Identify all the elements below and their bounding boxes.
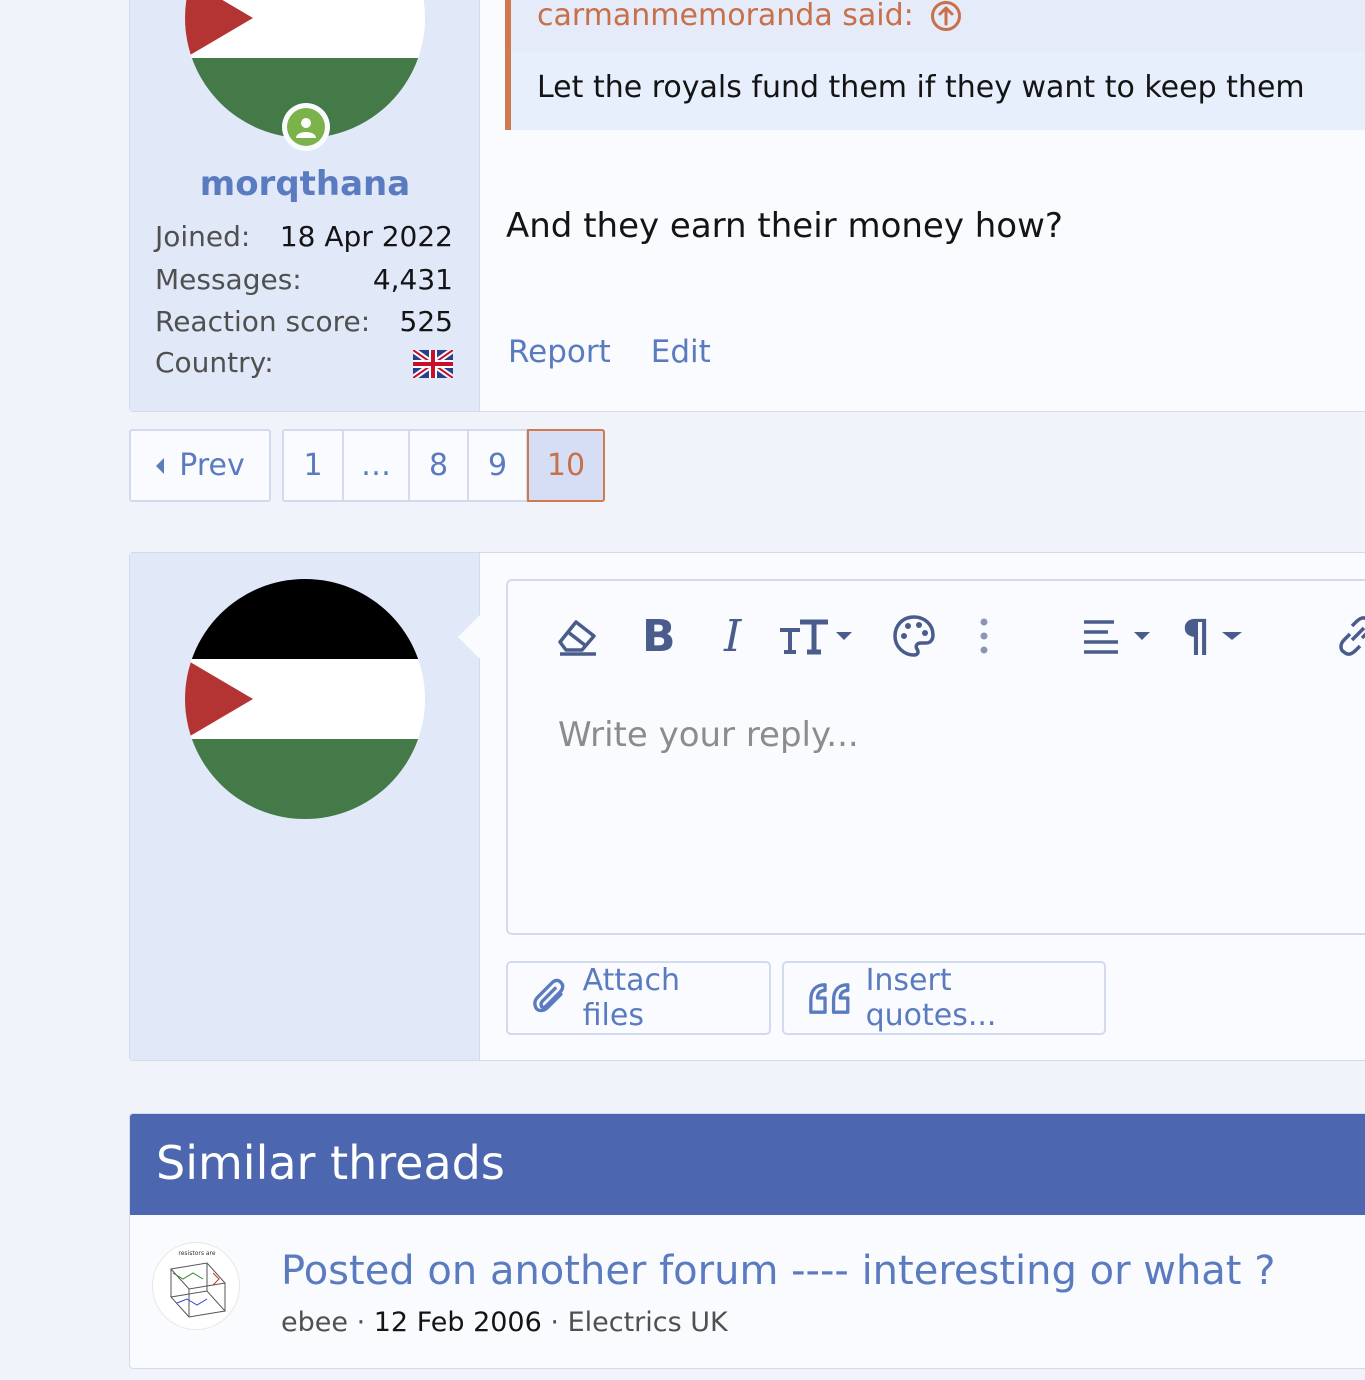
joined-label: Joined: xyxy=(155,220,251,253)
thread-title-link[interactable]: Posted on another forum ---- interesting… xyxy=(281,1248,1275,1294)
prev-page-button[interactable]: Prev xyxy=(129,429,271,502)
online-user-icon xyxy=(282,103,330,151)
quote-icon xyxy=(809,983,850,1014)
paragraph-glyph: ¶ xyxy=(1182,610,1210,662)
country-label: Country: xyxy=(155,346,274,379)
thread-forum[interactable]: Electrics UK xyxy=(568,1307,728,1338)
page-1[interactable]: 1 xyxy=(282,429,343,502)
palette-icon[interactable] xyxy=(892,611,936,661)
quote-text: Let the royals fund them if they want to… xyxy=(537,70,1305,105)
meta-separator: · xyxy=(356,1307,374,1338)
align-icon[interactable] xyxy=(1082,611,1154,661)
pagination: 1 … 8 9 10 xyxy=(282,429,605,502)
page-9[interactable]: 9 xyxy=(468,429,527,502)
post-user-pane: morqthana Joined: 18 Apr 2022 Messages: … xyxy=(130,0,480,411)
messages-row: Messages: 4,431 xyxy=(155,263,453,299)
reply-user-avatar[interactable] xyxy=(185,579,425,819)
bold-icon[interactable]: B xyxy=(642,611,676,662)
eraser-icon[interactable] xyxy=(556,611,600,661)
paragraph-icon[interactable]: ¶ xyxy=(1182,610,1246,662)
attach-files-label: Attach files xyxy=(582,963,681,1033)
text-size-icon[interactable] xyxy=(778,611,858,661)
thread-author[interactable]: ebee xyxy=(281,1307,348,1338)
uk-flag-icon xyxy=(411,347,455,385)
similar-threads-block: Similar threads resistors are Posted on … xyxy=(129,1113,1365,1369)
reply-textarea[interactable]: Write your reply... xyxy=(558,715,859,755)
reaction-row: Reaction score: 525 xyxy=(155,305,453,341)
quote-block: carmanmemoranda said: Let the royals fun… xyxy=(505,0,1365,130)
edit-link[interactable]: Edit xyxy=(651,334,711,370)
thread-meta: ebee · 12 Feb 2006 · Electrics UK xyxy=(281,1307,728,1338)
username-link[interactable]: morqthana xyxy=(130,164,480,204)
resistor-diagram-avatar: resistors are xyxy=(153,1243,239,1329)
report-link[interactable]: Report xyxy=(508,334,611,370)
quick-reply: B I ¶ Write your reply... Attach files I… xyxy=(129,552,1365,1061)
insert-quotes-label: Insert quotes... xyxy=(865,963,997,1033)
quote-author-text: carmanmemoranda said: xyxy=(537,0,914,33)
meta-separator: · xyxy=(550,1307,568,1338)
similar-threads-title: Similar threads xyxy=(156,1136,505,1190)
link-icon[interactable] xyxy=(1334,611,1365,661)
page-8[interactable]: 8 xyxy=(409,429,468,502)
thread-author-avatar[interactable]: resistors are xyxy=(152,1242,240,1330)
joined-row: Joined: 18 Apr 2022 xyxy=(155,220,453,256)
arrow-up-circle-icon[interactable] xyxy=(930,0,962,32)
reply-user-pane xyxy=(130,553,480,1060)
quote-author[interactable]: carmanmemoranda said: xyxy=(537,0,962,33)
country-row: Country: xyxy=(155,346,455,385)
prev-label: Prev xyxy=(179,448,245,483)
reply-arrow xyxy=(458,615,480,659)
italic-icon[interactable]: I xyxy=(724,611,741,662)
quote-header: carmanmemoranda said: xyxy=(511,0,1365,52)
page-ellipsis[interactable]: … xyxy=(343,429,409,502)
thread-date: 12 Feb 2006 xyxy=(373,1307,542,1338)
post-message: morqthana Joined: 18 Apr 2022 Messages: … xyxy=(129,0,1365,412)
avatar-caption: resistors are xyxy=(178,1250,215,1257)
palestine-flag-avatar xyxy=(185,579,425,819)
paperclip-icon xyxy=(533,978,565,1013)
messages-value[interactable]: 4,431 xyxy=(373,263,453,296)
insert-quotes-button[interactable]: Insert quotes... xyxy=(782,961,1106,1035)
page-10-current[interactable]: 10 xyxy=(527,429,605,502)
reaction-label: Reaction score: xyxy=(155,305,371,338)
messages-label: Messages: xyxy=(155,263,302,296)
joined-value: 18 Apr 2022 xyxy=(279,220,453,253)
similar-threads-header: Similar threads xyxy=(130,1114,1365,1215)
reaction-value: 525 xyxy=(399,305,453,338)
post-actions: Report Edit xyxy=(508,334,711,370)
message-body: And they earn their money how? xyxy=(506,206,1063,246)
more-vertical-icon[interactable] xyxy=(978,611,990,661)
caret-left-icon xyxy=(156,457,165,474)
reply-editor[interactable]: B I ¶ Write your reply... xyxy=(506,579,1365,935)
attach-files-button[interactable]: Attach files xyxy=(506,961,771,1035)
